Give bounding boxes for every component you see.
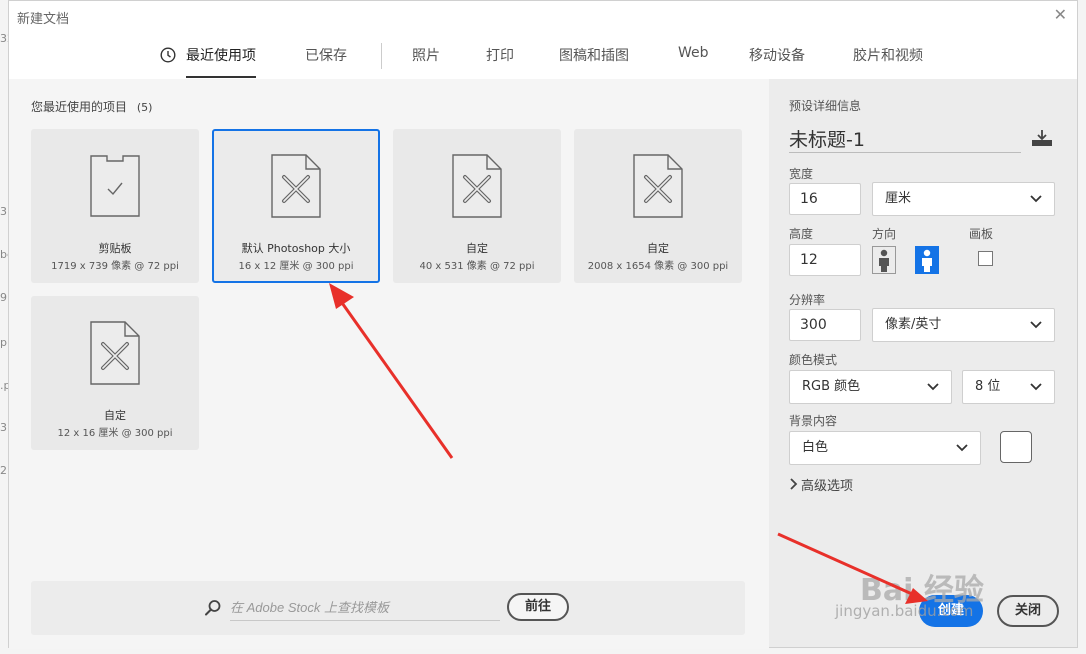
artboard-checkbox[interactable] xyxy=(978,251,993,266)
color-mode-value: RGB 颜色 xyxy=(802,379,861,394)
preset-heading: 预设详细信息 xyxy=(789,99,862,113)
width-field[interactable]: 16 xyxy=(789,183,861,215)
tile-name: 自定 xyxy=(104,409,126,422)
recent-heading-text: 您最近使用的项目 xyxy=(31,100,128,114)
search-icon xyxy=(205,600,221,616)
background-color-swatch[interactable] xyxy=(1000,431,1032,463)
height-label: 高度 xyxy=(789,227,814,241)
tab-photo[interactable]: 照片 xyxy=(412,45,440,65)
recent-count: (5) xyxy=(136,101,153,114)
stock-search-bar: 前往 xyxy=(31,581,745,635)
document-icon xyxy=(452,154,502,218)
tile-meta: 1719 x 739 像素 @ 72 ppi xyxy=(51,261,179,272)
clock-icon xyxy=(160,47,176,63)
tile-name: 默认 Photoshop 大小 xyxy=(241,242,351,255)
background-label: 背景内容 xyxy=(789,414,838,428)
background-select[interactable]: 白色 xyxy=(789,431,981,465)
tile-name: 剪贴板 xyxy=(98,242,132,255)
tile-name: 自定 xyxy=(647,242,669,255)
document-icon xyxy=(633,154,683,218)
tab-art-illustration[interactable]: 图稿和插图 xyxy=(559,45,629,65)
dialog-title: 新建文档 xyxy=(17,12,70,27)
new-document-dialog: 新建文档 ✕ 最近使用项 已保存 照片 打印 图稿和插图 Web 移动设备 胶片… xyxy=(8,0,1078,649)
watermark-url: jingyan.baidu.com xyxy=(835,602,974,620)
close-icon[interactable]: ✕ xyxy=(1054,5,1067,24)
tab-film-video[interactable]: 胶片和视频 xyxy=(853,45,923,65)
resolution-field[interactable]: 300 xyxy=(789,309,861,341)
chevron-right-icon[interactable] xyxy=(789,478,799,490)
tile-meta: 40 x 531 像素 @ 72 ppi xyxy=(419,261,535,272)
portrait-person-icon xyxy=(879,249,889,272)
title-bar: 新建文档 ✕ xyxy=(9,1,1077,31)
height-field[interactable]: 12 xyxy=(789,244,861,276)
tile-meta: 16 x 12 厘米 @ 300 ppi xyxy=(238,261,354,272)
document-icon xyxy=(90,321,140,385)
stock-search-input[interactable] xyxy=(230,595,500,621)
resolution-unit-value: 像素/英寸 xyxy=(885,317,942,332)
preset-tile[interactable]: 剪贴板 1719 x 739 像素 @ 72 ppi xyxy=(31,129,199,283)
document-title[interactable]: 未标题-1 xyxy=(789,125,865,152)
tile-meta: 12 x 16 厘米 @ 300 ppi xyxy=(57,428,173,439)
resolution-label: 分辨率 xyxy=(789,293,826,307)
chevron-down-icon xyxy=(1030,383,1042,391)
unit-select-value: 厘米 xyxy=(885,191,912,206)
color-mode-select[interactable]: RGB 颜色 xyxy=(789,370,952,404)
clipboard-icon xyxy=(90,155,140,217)
landscape-person-icon xyxy=(922,249,932,272)
chevron-down-icon xyxy=(927,383,939,391)
tab-web[interactable]: Web xyxy=(678,45,709,61)
strip-text: p xyxy=(0,336,7,349)
width-label: 宽度 xyxy=(789,167,814,181)
tile-name: 自定 xyxy=(466,242,488,255)
orientation-label: 方向 xyxy=(872,227,897,241)
goto-button[interactable]: 前往 xyxy=(507,593,569,621)
portrait-orientation-button[interactable] xyxy=(872,246,896,274)
preset-details-panel: 预设详细信息 未标题-1 宽度 16 厘米 高度 12 方向 画板 分辨率 30… xyxy=(769,79,1077,647)
tab-recent[interactable]: 最近使用项 xyxy=(186,45,256,78)
preset-tile[interactable]: 自定 12 x 16 厘米 @ 300 ppi xyxy=(31,296,199,450)
preset-tile-selected[interactable]: 默认 Photoshop 大小 16 x 12 厘米 @ 300 ppi xyxy=(212,129,380,283)
resolution-unit-select[interactable]: 像素/英寸 xyxy=(872,308,1055,342)
bit-depth-value: 8 位 xyxy=(975,379,1001,394)
bit-depth-select[interactable]: 8 位 xyxy=(962,370,1055,404)
chevron-down-icon xyxy=(956,444,968,452)
close-button[interactable]: 关闭 xyxy=(997,595,1059,627)
unit-select[interactable]: 厘米 xyxy=(872,182,1055,216)
chevron-down-icon xyxy=(1030,321,1042,329)
save-preset-icon[interactable] xyxy=(1031,129,1053,147)
title-underline xyxy=(789,152,1021,153)
color-mode-label: 颜色模式 xyxy=(789,353,838,367)
recent-heading: 您最近使用的项目 (5) xyxy=(31,98,152,115)
document-icon xyxy=(271,154,321,218)
recent-panel: 您最近使用的项目 (5) 剪贴板 1719 x 739 像素 @ 72 ppi … xyxy=(9,79,769,649)
tab-divider xyxy=(381,43,382,69)
preset-tile[interactable]: 自定 40 x 531 像素 @ 72 ppi xyxy=(393,129,561,283)
tab-mobile[interactable]: 移动设备 xyxy=(749,45,805,65)
preset-tile[interactable]: 自定 2008 x 1654 像素 @ 300 ppi xyxy=(574,129,742,283)
tab-print[interactable]: 打印 xyxy=(486,45,514,65)
tab-saved[interactable]: 已保存 xyxy=(305,45,347,65)
landscape-orientation-button[interactable] xyxy=(915,246,939,274)
background-value: 白色 xyxy=(802,440,829,455)
advanced-options-toggle[interactable]: 高级选项 xyxy=(801,475,853,494)
chevron-down-icon xyxy=(1030,195,1042,203)
artboard-label: 画板 xyxy=(969,227,994,241)
strip-text: 9 xyxy=(0,291,7,304)
tile-meta: 2008 x 1654 像素 @ 300 ppi xyxy=(587,261,729,272)
strip-text: 3 xyxy=(0,421,7,434)
